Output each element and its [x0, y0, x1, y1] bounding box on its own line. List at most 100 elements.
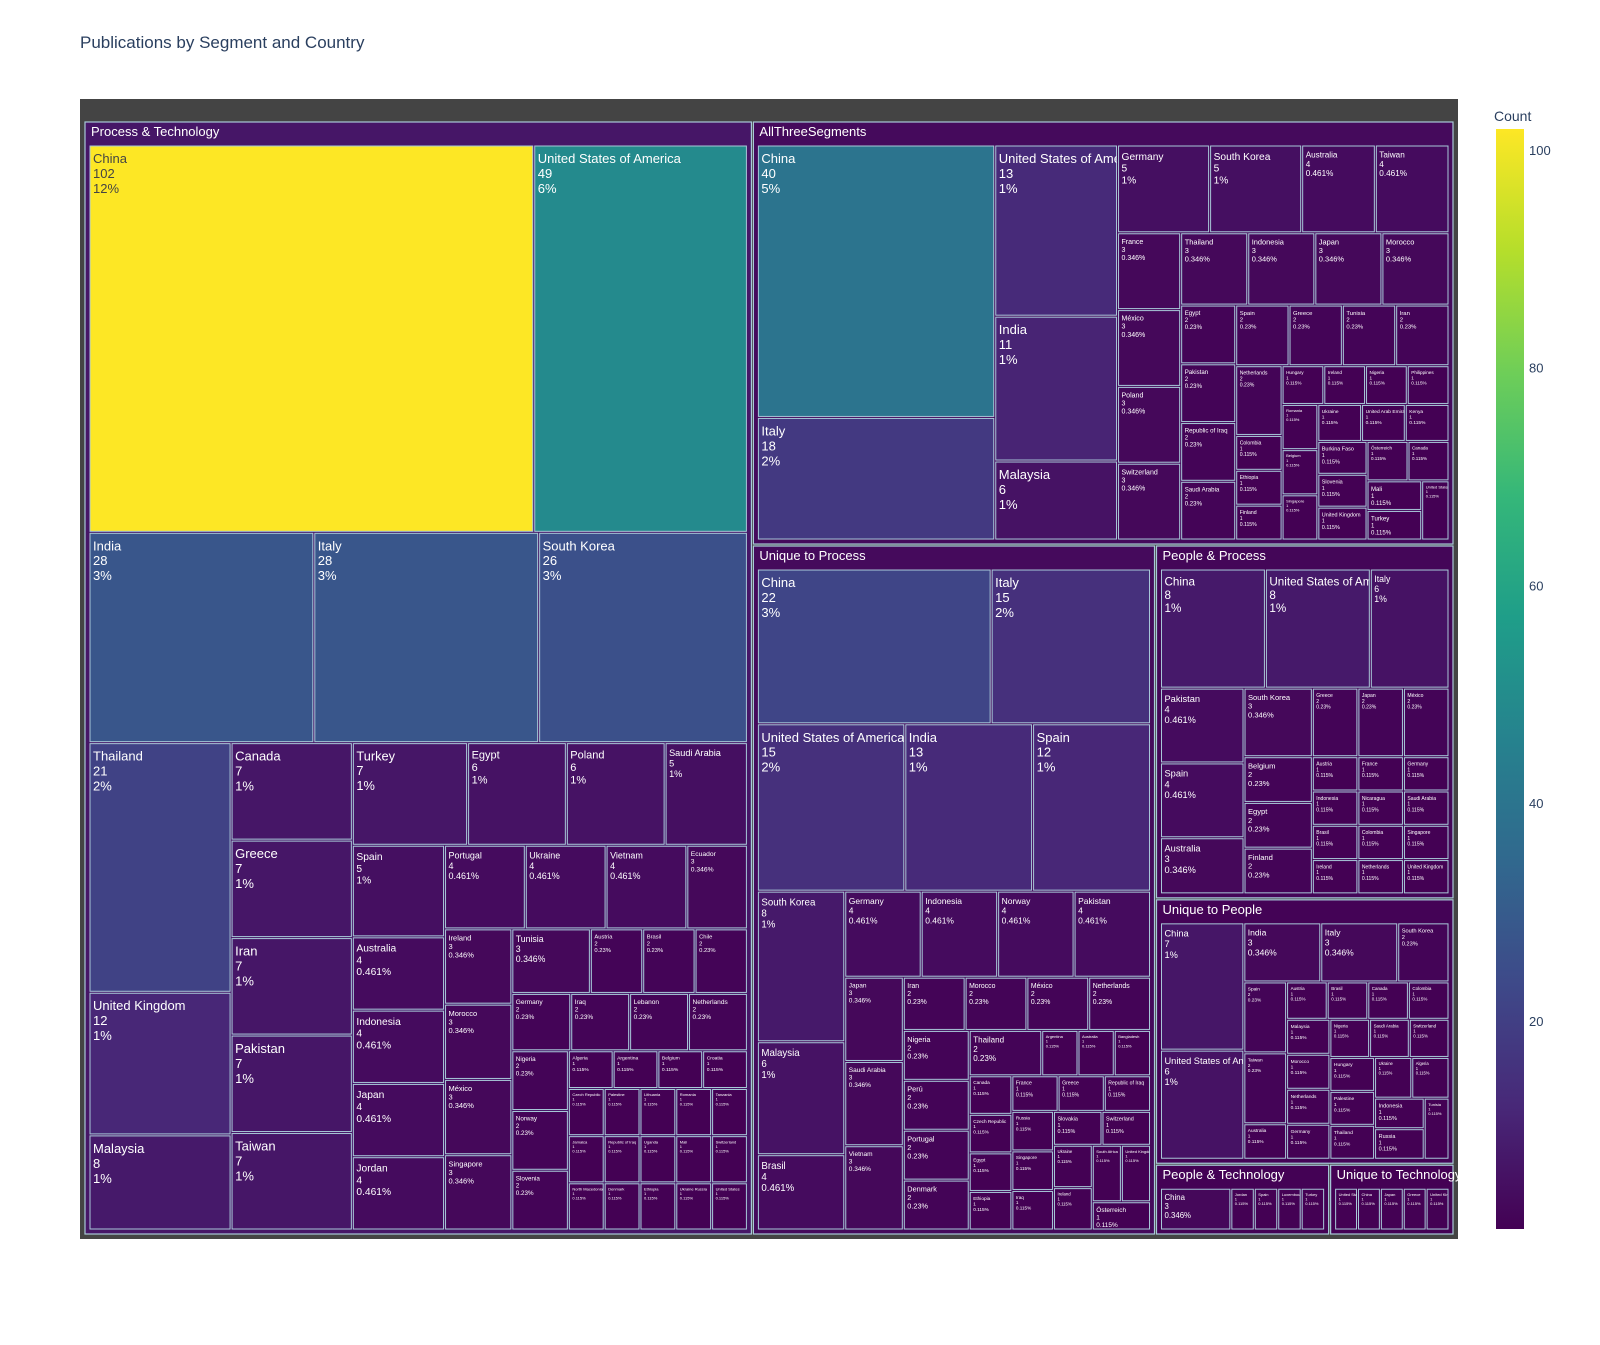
cell-process-technology-belgium[interactable]: Belgium 1 0.115%: [658, 1051, 703, 1089]
cell-allthreesegments-nigeria[interactable]: Nigeria 1 0.115%: [1366, 366, 1407, 404]
cell-unique-to-people-canada[interactable]: Canada 1 0.115%: [1368, 982, 1408, 1019]
cell-process-technology-iraq[interactable]: Iraq 2 0.23%: [571, 993, 630, 1051]
cell-process-technology-netherlands[interactable]: Netherlands 2 0.23%: [689, 993, 747, 1051]
cell-process-technology-greece[interactable]: Greece 7 1%: [231, 840, 352, 938]
cell-unique-to-people-india[interactable]: India 3 0.346%: [1244, 923, 1321, 982]
cell-unique-to-process-switzerland[interactable]: Switzerland 1 0.115%: [1102, 1111, 1151, 1145]
cell-unique-to-process-denmark[interactable]: Denmark 2 0.23%: [903, 1180, 969, 1230]
cell-unique-to-process-osterreich[interactable]: Österreich 1 0.115%: [1092, 1202, 1151, 1230]
cell-allthreesegments-ireland[interactable]: Ireland 1 0.115%: [1324, 366, 1366, 404]
cell-process-technology-taiwan[interactable]: Taiwan 7 1%: [231, 1133, 352, 1230]
cell-unique-to-process-morocco[interactable]: Morocco 2 0.23%: [965, 977, 1027, 1030]
cell-process-technology-china[interactable]: China 102 12%: [89, 145, 534, 532]
cell-people-process-china[interactable]: China 8 1%: [1161, 569, 1265, 688]
cell-unique-to-process-egypt[interactable]: Egypt 1 0.115%: [969, 1153, 1012, 1191]
cell-process-technology-jordan[interactable]: Jordan 4 0.461%: [352, 1157, 445, 1230]
cell-unique-to-process-mexico[interactable]: México 2 0.23%: [1027, 977, 1089, 1030]
cell-people-technology-china[interactable]: China 3 0.346%: [1161, 1188, 1231, 1230]
cell-unique-to-people-netherlands[interactable]: Netherlands 1 0.115%: [1287, 1089, 1330, 1124]
cell-people-process-ireland[interactable]: Ireland 1 0.115%: [1312, 860, 1358, 894]
cell-people-process-singapore[interactable]: Singapore 1 0.115%: [1403, 825, 1449, 860]
cell-people-process-netherlands[interactable]: Netherlands 1 0.115%: [1358, 860, 1403, 894]
cell-unique-to-people-italy[interactable]: Italy 3 0.346%: [1321, 923, 1398, 982]
cell-allthreesegments-canada[interactable]: Canada 1 0.115%: [1408, 441, 1449, 481]
cell-process-technology-india[interactable]: India 28 3%: [89, 532, 314, 743]
cell-unique-to-process-ukraine[interactable]: Ukraine 1 0.115%: [1053, 1145, 1092, 1188]
cell-process-technology-north-macedonia[interactable]: North Macedonia 1 0.115%: [568, 1183, 604, 1230]
cell-allthreesegments-slovenia[interactable]: Slovenia 1 0.115%: [1318, 474, 1367, 507]
cell-people-process-saudi-arabia[interactable]: Saudi Arabia 1 0.115%: [1403, 791, 1449, 825]
cell-unique-to-process-peru[interactable]: Perú 2 0.23%: [903, 1080, 969, 1130]
cell-unique-to-process-australia[interactable]: Australia 1 0.115%: [1078, 1030, 1114, 1076]
cell-allthreesegments-italy[interactable]: Italy 18 2%: [757, 417, 995, 540]
cell-process-technology-portugal[interactable]: Portugal 4 0.461%: [445, 845, 525, 929]
cell-unique-to-people-switzerland[interactable]: Switzerland 1 0.115%: [1409, 1019, 1449, 1057]
cell-unique-to-process-pakistan[interactable]: Pakistan 4 0.461%: [1074, 891, 1151, 977]
cell-unique-to-process-china[interactable]: China 22 3%: [757, 569, 991, 724]
cell-allthreesegments-germany[interactable]: Germany 5 1%: [1118, 145, 1210, 233]
cell-people-process-france[interactable]: France 1 0.115%: [1358, 757, 1403, 791]
cell-allthreesegments-iran[interactable]: Iran 2 0.23%: [1396, 305, 1449, 366]
cell-unique-to-people-brasil[interactable]: Brasil 1 0.115%: [1327, 982, 1368, 1019]
cell-people-process-united-kingdom[interactable]: United Kingdom 1 0.115%: [1403, 860, 1449, 894]
cell-process-technology-lithuania[interactable]: Lithuania 1 0.115%: [640, 1089, 676, 1136]
cell-allthreesegments-mali[interactable]: Mali 1 0.115%: [1367, 481, 1422, 510]
cell-people-process-mexico[interactable]: México 2 0.23%: [1403, 688, 1449, 757]
cell-unique-to-process-netherlands[interactable]: Netherlands 2 0.23%: [1089, 977, 1151, 1030]
cell-process-technology-austria[interactable]: Austria 2 0.23%: [590, 929, 643, 993]
cell-process-technology-mexico[interactable]: México 3 0.346%: [445, 1079, 512, 1155]
cell-unique-to-process-japan[interactable]: Japan 3 0.346%: [845, 977, 903, 1061]
cell-unique-to-people-saudi-arabia[interactable]: Saudi Arabia 1 0.115%: [1370, 1019, 1409, 1057]
cell-process-technology-italy[interactable]: Italy 28 3%: [314, 532, 539, 743]
cell-people-process-austria[interactable]: Austria 1 0.115%: [1312, 757, 1358, 791]
cell-unique-to-people-palestine[interactable]: Palestine 1 0.115%: [1330, 1091, 1375, 1125]
cell-unique-to-people-malaysia[interactable]: Malaysia 1 0.115%: [1287, 1019, 1330, 1054]
cell-process-technology-slovenia[interactable]: Slovenia 2 0.23%: [512, 1170, 568, 1230]
cell-unique-to-process-india[interactable]: India 13 1%: [905, 724, 1033, 891]
cell-people-process-italy[interactable]: Italy 6 1%: [1370, 569, 1449, 688]
cell-people-process-australia[interactable]: Australia 3 0.346%: [1161, 838, 1244, 894]
cell-allthreesegments-australia[interactable]: Australia 4 0.461%: [1302, 145, 1375, 233]
cell-process-technology-ecuador[interactable]: Ecuador 3 0.346%: [687, 845, 747, 929]
cell-process-technology-australia[interactable]: Australia 4 0.461%: [352, 937, 445, 1010]
cell-process-technology-poland[interactable]: Poland 6 1%: [566, 743, 665, 845]
cell-allthreesegments-turkey[interactable]: Turkey 1 0.115%: [1367, 510, 1422, 540]
cell-process-technology-egypt[interactable]: Egypt 6 1%: [468, 743, 566, 845]
cell-unique-to-process-bangladesh[interactable]: Bangladesh 1 0.115%: [1114, 1030, 1151, 1076]
cell-allthreesegments-singapore[interactable]: Singapore 1 0.115%: [1282, 495, 1318, 540]
cell-process-technology-palestine[interactable]: Palestine 1 0.115%: [604, 1089, 640, 1136]
cell-process-technology-croatia[interactable]: Croatia 1 0.115%: [703, 1051, 747, 1089]
cell-allthreesegments-france[interactable]: France 3 0.346%: [1118, 233, 1181, 310]
cell-unique-to-process-ethiopia[interactable]: Ethiopia 1 0.115%: [969, 1191, 1012, 1230]
cell-process-technology-denmark[interactable]: Denmark 1 0.115%: [604, 1183, 640, 1230]
cell-process-technology-mali[interactable]: Mali 1 0.115%: [676, 1136, 712, 1183]
cell-process-technology-jamaica[interactable]: Jamaica 1 0.115%: [568, 1136, 604, 1183]
cell-people-process-colombia[interactable]: Colombia 1 0.115%: [1358, 825, 1403, 860]
cell-unique-to-people-china[interactable]: China 7 1%: [1161, 923, 1244, 1050]
cell-people-process-belgium[interactable]: Belgium 2 0.23%: [1244, 757, 1312, 802]
cell-unique-to-people-colombia[interactable]: Colombia 1 0.115%: [1408, 982, 1449, 1019]
cell-unique-to-people-russia[interactable]: Russia 1 0.115%: [1375, 1129, 1424, 1159]
cell-unique-to-process-singapore[interactable]: Singapore 1 0.115%: [1012, 1151, 1053, 1190]
cell-allthreesegments-poland[interactable]: Poland 3 0.346%: [1118, 386, 1181, 463]
cell-unique-to-people-germany[interactable]: Germany 1 0.115%: [1287, 1124, 1330, 1159]
cell-process-technology-spain[interactable]: Spain 5 1%: [352, 845, 445, 937]
cell-unique-to-process-united-states-of-america[interactable]: United States of America 15 2%: [757, 724, 905, 891]
cell-process-technology-brasil[interactable]: Brasil 2 0.23%: [643, 929, 695, 993]
cell-allthreesegments-kenya[interactable]: Kenya 1 0.115%: [1405, 404, 1449, 441]
cell-process-technology-malaysia[interactable]: Malaysia 8 1%: [89, 1135, 231, 1230]
cell-allthreesegments-osterreich[interactable]: Österreich 1 0.115%: [1367, 441, 1408, 481]
cell-people-process-brasil[interactable]: Brasil 1 0.115%: [1312, 825, 1358, 860]
cell-unique-to-process-brasil[interactable]: Brasil 4 0.461%: [757, 1155, 845, 1230]
cell-allthreesegments-burkina-faso[interactable]: Burkina Faso 1 0.115%: [1318, 441, 1367, 474]
cell-process-technology-ukraine-russia[interactable]: Ukraine Russia 1 0.115%: [676, 1183, 712, 1230]
cell-process-technology-united-states[interactable]: United States 1 0.115%: [712, 1183, 747, 1230]
cell-allthreesegments-japan[interactable]: Japan 3 0.346%: [1315, 233, 1382, 305]
cell-people-process-pakistan[interactable]: Pakistan 4 0.461%: [1161, 688, 1244, 763]
cell-people-process-japan[interactable]: Japan 2 0.23%: [1358, 688, 1403, 757]
cell-unique-to-people-australia[interactable]: Australia 1 0.115%: [1244, 1124, 1287, 1159]
cell-process-technology-republic-of-iraq[interactable]: Republic of Iraq 1 0.115%: [604, 1136, 640, 1183]
cell-unique-to-process-republic-of-iraq[interactable]: Republic of Iraq 1 0.115%: [1104, 1076, 1151, 1111]
cell-allthreesegments-finland[interactable]: Finland 1 0.115%: [1236, 505, 1282, 540]
cell-allthreesegments-belgium[interactable]: Belgium 1 0.115%: [1282, 450, 1318, 495]
